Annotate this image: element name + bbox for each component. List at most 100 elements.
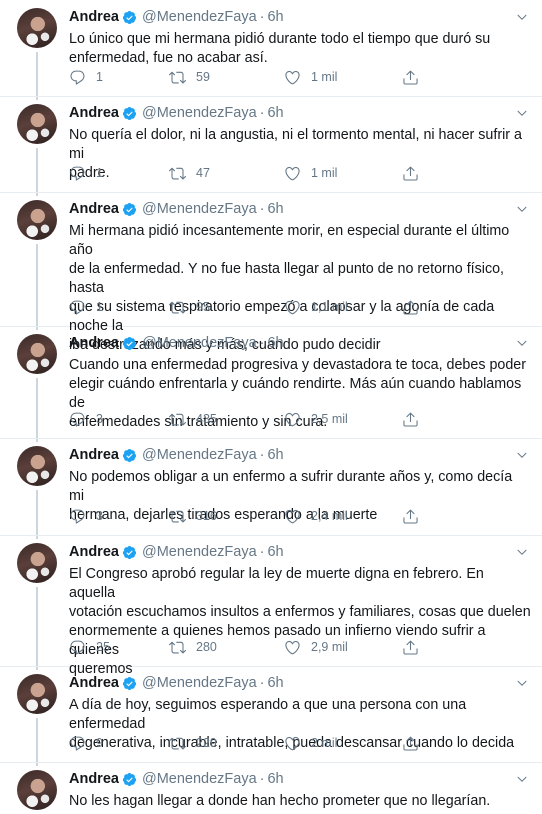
timestamp[interactable]: 6h [267,201,283,217]
author-name[interactable]: Andrea [69,105,119,121]
timestamp[interactable]: 6h [267,544,283,560]
retweet-icon [169,735,186,752]
chevron-down-icon[interactable] [516,336,528,348]
retweet-button[interactable]: 280 [169,639,217,656]
chevron-down-icon[interactable] [516,772,528,784]
like-button[interactable]: 2,9 mil [284,639,348,656]
like-count: 1,1 mil [311,300,348,314]
share-button[interactable] [402,299,419,316]
timestamp[interactable]: 6h [267,447,283,463]
reply-icon [69,411,86,428]
retweet-icon [169,411,186,428]
tweet-actions: 3 435 2,5 mil [69,410,429,428]
avatar[interactable] [17,446,57,486]
retweet-button[interactable]: 95 [169,299,210,316]
chevron-down-icon[interactable] [516,10,528,22]
author-handle[interactable]: @MenendezFaya [142,105,257,121]
share-button[interactable] [402,639,419,656]
separator-dot: · [259,771,265,787]
verified-badge-icon [122,676,137,691]
author-handle[interactable]: @MenendezFaya [142,335,257,351]
share-icon [402,69,419,86]
retweet-button[interactable]: 435 [169,411,217,428]
reply-button[interactable]: 9 [69,735,103,752]
avatar[interactable] [17,334,57,374]
verified-badge-icon [122,772,137,787]
author-name[interactable]: Andrea [69,771,119,787]
retweet-button[interactable]: 47 [169,165,210,182]
share-icon [402,639,419,656]
share-button[interactable] [402,165,419,182]
like-button[interactable]: 1 mil [284,165,337,182]
tweet-text: No les hagan llegar a donde han hecho pr… [69,792,531,811]
author-name[interactable]: Andrea [69,9,119,25]
avatar[interactable] [17,8,57,48]
author-handle[interactable]: @MenendezFaya [142,675,257,691]
author-name[interactable]: Andrea [69,201,119,217]
retweet-count: 435 [196,412,217,426]
like-button[interactable]: 2,5 mil [284,411,348,428]
chevron-down-icon[interactable] [516,676,528,688]
retweet-button[interactable]: 316 [169,508,217,525]
tweet-text-line: No podemos obligar a un enfermo a sufrir… [69,469,513,504]
avatar[interactable] [17,770,57,810]
timestamp[interactable]: 6h [267,771,283,787]
author-handle[interactable]: @MenendezFaya [142,447,257,463]
avatar[interactable] [17,543,57,583]
share-button[interactable] [402,735,419,752]
like-button[interactable]: 2,4 mil [284,508,348,525]
reply-button[interactable]: 3 [69,411,103,428]
retweet-button[interactable]: 229 [169,735,217,752]
tweet-header: Andrea @MenendezFaya · 6h [69,543,284,561]
share-button[interactable] [402,69,419,86]
author-handle[interactable]: @MenendezFaya [142,771,257,787]
reply-button[interactable]: 1 [69,165,103,182]
tweet-text-line: El Congreso aprobó regular la ley de mue… [69,566,484,601]
separator-dot: · [259,675,265,691]
author-name[interactable]: Andrea [69,335,119,351]
timestamp[interactable]: 6h [267,105,283,121]
author-handle[interactable]: @MenendezFaya [142,544,257,560]
share-button[interactable] [402,508,419,525]
chevron-down-icon[interactable] [516,545,528,557]
reply-button[interactable]: 1 [69,299,103,316]
chevron-down-icon[interactable] [516,202,528,214]
tweet-header: Andrea @MenendezFaya · 6h [69,674,284,692]
reply-count: 3 [96,412,103,426]
tweet-actions: 3 316 2,4 mil [69,507,429,525]
tweet-header: Andrea @MenendezFaya · 6h [69,334,284,352]
verified-badge-icon [122,545,137,560]
like-button[interactable]: 1 mil [284,69,337,86]
share-button[interactable] [402,411,419,428]
like-button[interactable]: 2 mil [284,735,337,752]
author-name[interactable]: Andrea [69,675,119,691]
avatar[interactable] [17,200,57,240]
chevron-down-icon[interactable] [516,448,528,460]
avatar[interactable] [17,104,57,144]
timestamp[interactable]: 6h [267,9,283,25]
reply-button[interactable]: 25 [69,639,110,656]
verified-badge-icon [122,106,137,121]
author-handle[interactable]: @MenendezFaya [142,9,257,25]
separator-dot: · [259,447,265,463]
chevron-down-icon[interactable] [516,106,528,118]
author-handle[interactable]: @MenendezFaya [142,201,257,217]
author-name[interactable]: Andrea [69,544,119,560]
like-icon [284,69,301,86]
timestamp[interactable]: 6h [267,675,283,691]
avatar[interactable] [17,674,57,714]
author-name[interactable]: Andrea [69,447,119,463]
like-icon [284,299,301,316]
timestamp[interactable]: 6h [267,335,283,351]
retweet-button[interactable]: 59 [169,69,210,86]
reply-button[interactable]: 3 [69,508,103,525]
verified-badge-icon [122,336,137,351]
share-icon [402,299,419,316]
reply-count: 3 [96,509,103,523]
retweet-icon [169,69,186,86]
reply-count: 9 [96,736,103,750]
like-button[interactable]: 1,1 mil [284,299,348,316]
like-count: 2,5 mil [311,412,348,426]
tweet-header: Andrea @MenendezFaya · 6h [69,446,284,464]
reply-button[interactable]: 1 [69,69,103,86]
